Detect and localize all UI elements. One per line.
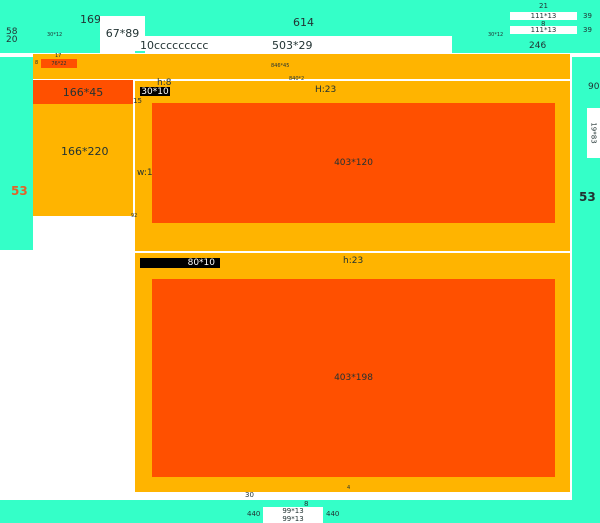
label-39-a: 39	[583, 12, 592, 20]
box-80x10: 80*10	[140, 258, 220, 268]
label-403x120: 403*120	[334, 158, 373, 168]
box-166x45: 166*45	[33, 80, 133, 104]
label-30: 30	[245, 491, 254, 499]
label-403x198: 403*198	[334, 373, 373, 383]
label-166x45: 166*45	[62, 85, 104, 99]
label-8: 8	[35, 60, 39, 66]
box-403x198: 403*198	[152, 279, 555, 477]
label-21: 21	[539, 2, 548, 10]
box-30x10: 30*10	[140, 86, 170, 97]
label-4: 4	[347, 485, 351, 491]
label-846x45: 846*45	[271, 63, 290, 69]
label-53-left: 53	[11, 184, 28, 198]
label-99x13-b: 99*13	[282, 515, 304, 523]
label-tiny-left: 30*12	[47, 32, 63, 38]
label-67x89: 67*89	[105, 27, 140, 40]
label-503x29: 503*29	[272, 39, 313, 52]
label-39-b: 39	[583, 26, 592, 34]
label-20: 20	[6, 35, 18, 45]
label-10ccc: 10ccccccccc	[140, 39, 209, 52]
label-111x13-b: 111*13	[530, 26, 557, 34]
label-246: 246	[529, 41, 547, 51]
box-19x83: 19*83	[587, 108, 600, 158]
label-614: 614	[293, 16, 314, 29]
label-tiny-right: 30*12	[488, 32, 504, 38]
left-margin	[0, 57, 33, 250]
label-169: 169	[80, 13, 101, 26]
box-99x13-b: 99*13	[263, 515, 323, 523]
label-15: 15	[133, 97, 142, 105]
label-99x13-a: 99*13	[282, 507, 304, 515]
label-30x10: 30*10	[141, 86, 169, 97]
label-92: 92	[131, 213, 138, 219]
label-53-right: 53	[579, 190, 596, 204]
label-76x22: 76*22	[51, 60, 67, 67]
box-111x13-b: 111*13	[510, 26, 577, 34]
box-99x13-a: 99*13	[263, 507, 323, 515]
label-h23: h:23	[343, 256, 364, 266]
box-67x89: 67*89	[100, 16, 145, 51]
box-76x22: 76*22	[41, 59, 77, 68]
box-403x120: 403*120	[152, 103, 555, 223]
label-166x220: 166*220	[61, 145, 109, 158]
box-111x13-a: 111*13	[510, 12, 577, 20]
label-440-right: 440	[326, 510, 340, 518]
label-19x83: 19*83	[589, 122, 598, 144]
label-440-left: 440	[247, 510, 261, 518]
label-80x10: 80*10	[187, 258, 215, 268]
label-111x13-a: 111*13	[530, 12, 557, 20]
label-H23: H:23	[315, 85, 337, 95]
label-90: 90	[588, 82, 600, 92]
